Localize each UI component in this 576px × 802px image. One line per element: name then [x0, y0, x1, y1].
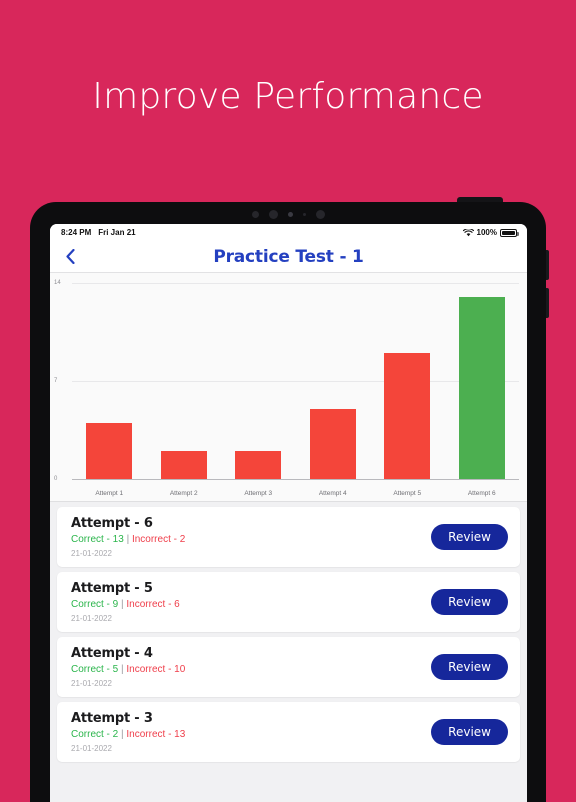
chart-x-label: Attempt 4: [318, 490, 347, 497]
attempt-card-text: Attempt - 4 Correct - 5 | Incorrect - 10 2…: [71, 646, 431, 688]
chart-bar-slot: [72, 283, 147, 479]
attempt-card-text: Attempt - 6 Correct - 13 | Incorrect - 2 2…: [71, 516, 431, 558]
chart-x-label: Attempt 5: [393, 490, 422, 497]
chart-bar-slot: [296, 283, 371, 479]
attempt-title: Attempt - 6: [71, 516, 153, 531]
chart-bar-slot: [221, 283, 296, 479]
status-time: 8:24 PM: [61, 228, 92, 237]
chart-bar: [160, 451, 207, 479]
chart-x-label: Attempt 1: [95, 490, 124, 497]
attempt-list[interactable]: Attempt - 6 Correct - 13 | Incorrect - 2 2…: [50, 502, 527, 802]
performance-bar-chart: 14 7 0 Attempt 1 Attempt 2 Attempt 3 Attemp…: [50, 273, 527, 502]
chart-bar: [235, 451, 282, 479]
score-separator: |: [123, 534, 132, 545]
y-axis-tick-14: 14: [54, 280, 61, 286]
incorrect-count: Incorrect - 10: [126, 664, 186, 675]
correct-count: Correct - 5: [71, 664, 119, 675]
attempt-title: Attempt - 3: [71, 711, 153, 726]
correct-count: Correct - 13: [71, 534, 124, 545]
attempt-date: 21-01-2022: [71, 549, 112, 558]
sensor-dot-icon: [302, 213, 306, 216]
tablet-device: 8:24 PM Fri Jan 21 100% Practice Test - …: [30, 202, 546, 802]
review-button[interactable]: Review: [431, 654, 508, 680]
chart-x-label: Attempt 2: [169, 490, 198, 497]
chart-bar: [384, 353, 431, 479]
chart-bars: [72, 283, 519, 479]
review-button[interactable]: Review: [431, 719, 508, 745]
wifi-icon: [462, 228, 474, 236]
attempt-score: Correct - 5 | Incorrect - 10: [71, 664, 431, 675]
chart-bar-slot: [370, 283, 445, 479]
promo-headline: Improve Performance: [92, 76, 484, 117]
attempt-score: Correct - 2 | Incorrect - 13: [71, 729, 431, 740]
review-button[interactable]: Review: [431, 524, 508, 550]
attempt-title: Attempt - 4: [71, 646, 153, 661]
chart-x-label: Attempt 6: [467, 490, 496, 497]
attempt-score: Correct - 9 | Incorrect - 6: [71, 599, 431, 610]
navigation-bar: Practice Test - 1: [50, 241, 527, 273]
chart-bar: [458, 297, 505, 479]
attempt-card[interactable]: Attempt - 3 Correct - 2 | Incorrect - 13 2…: [57, 702, 520, 762]
chart-bar: [86, 423, 133, 479]
status-date: Fri Jan 21: [98, 228, 136, 237]
chart-bar-slot: [147, 283, 222, 479]
promo-background: Improve Performance 8:24 PM Fri Jan 21 1…: [0, 0, 576, 802]
attempt-card-text: Attempt - 5 Correct - 9 | Incorrect - 6 21…: [71, 581, 431, 623]
camera-dot-icon: [268, 210, 278, 219]
battery-percent-label: 100%: [476, 228, 497, 237]
chevron-left-icon: [65, 249, 75, 264]
status-bar: 8:24 PM Fri Jan 21 100%: [50, 224, 527, 241]
review-button[interactable]: Review: [431, 589, 508, 615]
camera-dot-icon: [315, 210, 325, 219]
sensor-dot-icon: [287, 212, 293, 217]
chart-bar-slot: [445, 283, 520, 479]
y-axis-tick-7: 7: [54, 378, 58, 384]
attempt-card-text: Attempt - 3 Correct - 2 | Incorrect - 13 2…: [71, 711, 431, 753]
incorrect-count: Incorrect - 6: [126, 599, 180, 610]
incorrect-count: Incorrect - 2: [131, 534, 186, 545]
incorrect-count: Incorrect - 13: [126, 729, 186, 740]
page-title: Practice Test - 1: [213, 246, 364, 267]
attempt-date: 21-01-2022: [71, 744, 112, 753]
battery-icon: [500, 228, 519, 237]
y-axis-tick-0: 0: [54, 476, 58, 482]
attempt-date: 21-01-2022: [71, 679, 112, 688]
attempt-card[interactable]: Attempt - 5 Correct - 9 | Incorrect - 6 21…: [57, 572, 520, 632]
attempt-title: Attempt - 5: [71, 581, 153, 596]
attempt-card[interactable]: Attempt - 6 Correct - 13 | Incorrect - 2 2…: [57, 507, 520, 567]
correct-count: Correct - 9: [71, 599, 119, 610]
attempt-date: 21-01-2022: [71, 614, 112, 623]
axis-baseline: [72, 479, 519, 480]
correct-count: Correct - 2: [71, 729, 119, 740]
bezel-sensor-cluster: [30, 210, 546, 219]
chart-x-axis-labels: Attempt 1 Attempt 2 Attempt 3 Attempt 4 Atte…: [72, 490, 519, 497]
chart-x-label: Attempt 3: [244, 490, 273, 497]
back-button[interactable]: [62, 247, 78, 267]
attempt-score: Correct - 13 | Incorrect - 2: [71, 534, 431, 545]
device-screen: 8:24 PM Fri Jan 21 100% Practice Test - …: [50, 224, 527, 802]
attempt-card[interactable]: Attempt - 4 Correct - 5 | Incorrect - 10 2…: [57, 637, 520, 697]
chart-bar: [309, 409, 356, 479]
camera-dot-icon: [251, 211, 259, 218]
